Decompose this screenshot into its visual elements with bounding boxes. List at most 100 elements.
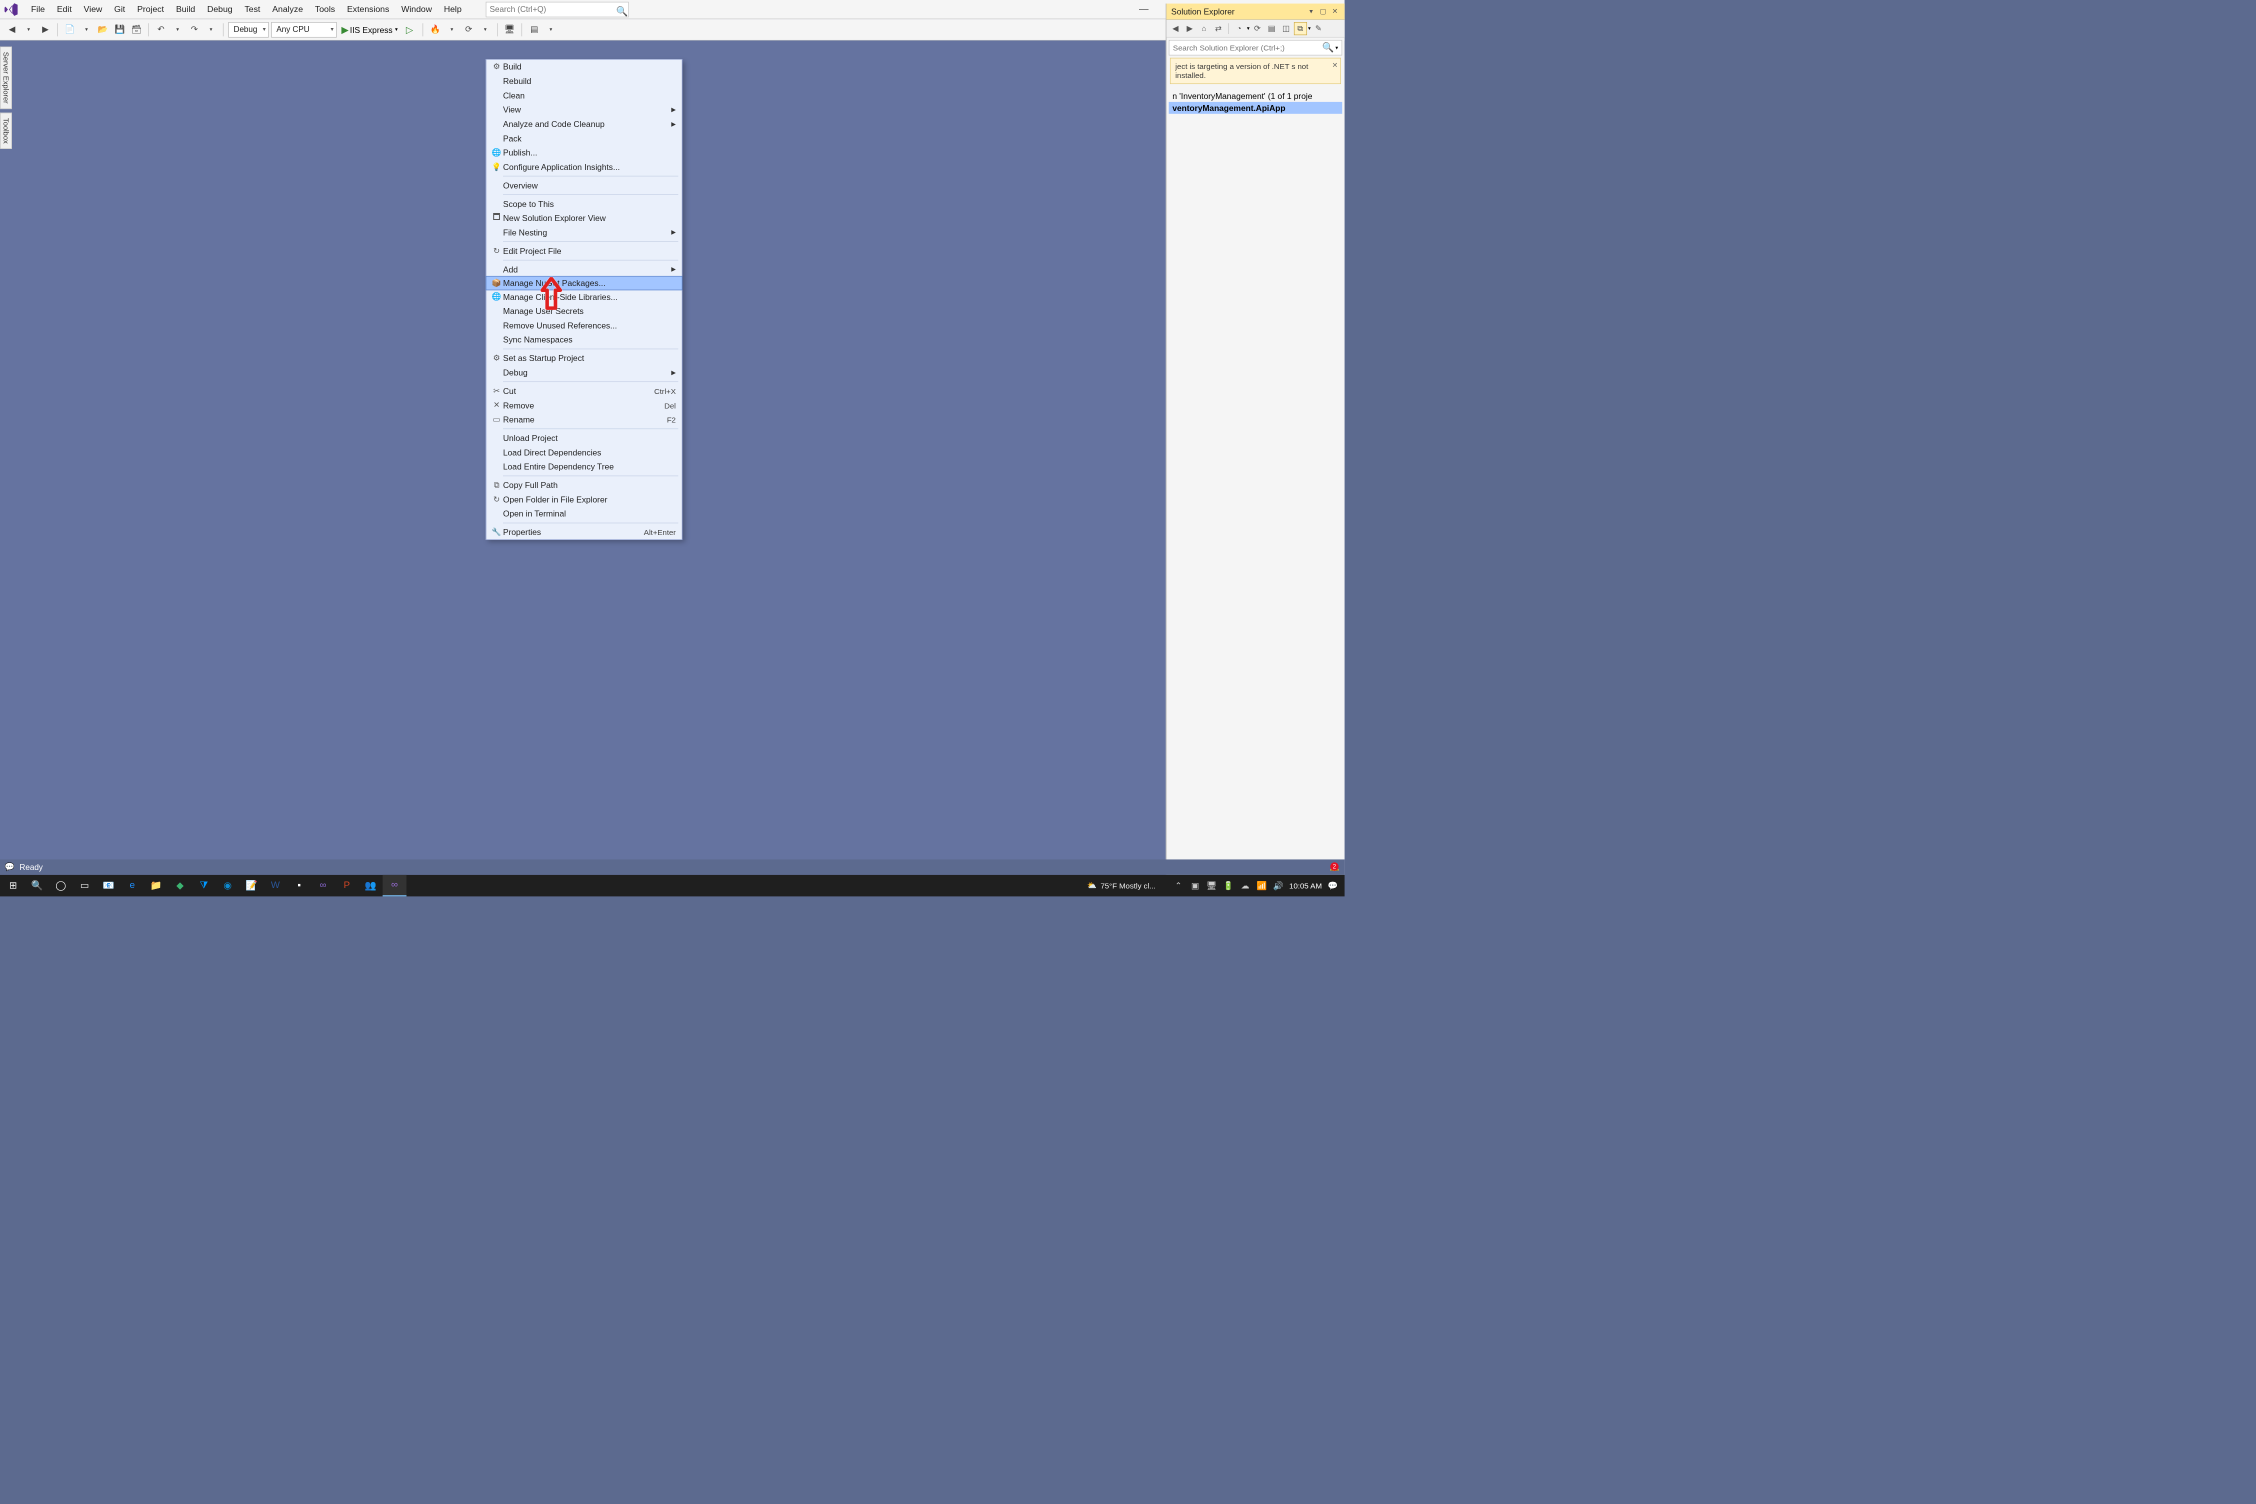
save-icon[interactable]: 💾 <box>113 22 127 36</box>
nav-fwd-icon[interactable]: ▶ <box>38 22 52 36</box>
save-all-icon[interactable]: 🗃 <box>129 22 143 36</box>
se-search[interactable]: 🔍 ▾ <box>1169 40 1342 55</box>
ctx-open-folder-in-file-explorer[interactable]: ↻Open Folder in File Explorer <box>486 492 681 506</box>
refresh-icon[interactable]: ⟳ <box>461 22 475 36</box>
se-home-icon[interactable]: ⌂ <box>1197 22 1210 35</box>
ctx-sync-namespaces[interactable]: Sync Namespaces <box>486 333 681 347</box>
new-project-icon[interactable]: 📄 <box>63 22 77 36</box>
ctx-scope-to-this[interactable]: Scope to This <box>486 197 681 211</box>
se-close-icon[interactable]: ✕ <box>1330 7 1340 17</box>
menu-git[interactable]: Git <box>108 2 131 16</box>
redo-icon[interactable]: ↷ <box>187 22 201 36</box>
se-back-icon[interactable]: ◀ <box>1169 22 1182 35</box>
menu-test[interactable]: Test <box>239 2 267 16</box>
ctx-set-as-startup-project[interactable]: ⚙Set as Startup Project <box>486 351 681 365</box>
menu-debug[interactable]: Debug <box>201 2 238 16</box>
ctx-view[interactable]: View▶ <box>486 103 681 117</box>
tray-app-icon[interactable]: ▣ <box>1189 881 1201 891</box>
se-dropdown-icon[interactable]: ▾ <box>1306 7 1316 17</box>
ctx-manage-user-secrets[interactable]: Manage User Secrets <box>486 304 681 318</box>
search-task-icon[interactable]: 🔍 <box>25 875 49 896</box>
toolbox-tab[interactable]: Toolbox <box>0 113 12 149</box>
powerpoint-icon[interactable]: P <box>335 875 359 896</box>
ctx-pack[interactable]: Pack <box>486 131 681 145</box>
tree-item[interactable]: ventoryManagement.ApiApp <box>1169 102 1342 114</box>
ctx-build[interactable]: ⚙Build <box>486 60 681 74</box>
clock[interactable]: 10:05 AM <box>1289 881 1322 890</box>
ctx-load-direct-dependencies[interactable]: Load Direct Dependencies <box>486 445 681 459</box>
menu-build[interactable]: Build <box>170 2 201 16</box>
hot-dd[interactable]: ▾ <box>445 22 459 36</box>
ctx-configure-application-insights-[interactable]: 💡Configure Application Insights... <box>486 160 681 174</box>
nav-back-dd[interactable]: ▾ <box>21 22 35 36</box>
ctx-properties[interactable]: 🔧PropertiesAlt+Enter <box>486 525 681 539</box>
ctx-remove-unused-references-[interactable]: Remove Unused References... <box>486 318 681 332</box>
cortana-icon[interactable]: ◯ <box>49 875 73 896</box>
taskview-icon[interactable]: ▭ <box>73 875 97 896</box>
minimize-button[interactable]: — <box>1134 2 1154 15</box>
se-props-icon[interactable]: ✎ <box>1312 22 1325 35</box>
tray-volume-icon[interactable]: 🔊 <box>1272 881 1284 891</box>
word-icon[interactable]: W <box>263 875 287 896</box>
menu-view[interactable]: View <box>78 2 108 16</box>
ctx-manage-client-side-libraries-[interactable]: 🌐Manage Client-Side Libraries... <box>486 290 681 304</box>
se-search-input[interactable] <box>1173 43 1322 52</box>
menu-file[interactable]: File <box>25 2 51 16</box>
ctx-copy-full-path[interactable]: ⧉Copy Full Path <box>486 478 681 492</box>
tray-monitor-icon[interactable]: 🖥 <box>1206 881 1218 891</box>
new-dd[interactable]: ▾ <box>79 22 93 36</box>
ctx-rebuild[interactable]: Rebuild <box>486 74 681 88</box>
ctx-publish-[interactable]: 🌐Publish... <box>486 145 681 159</box>
vs-purple-icon[interactable]: ∞ <box>311 875 335 896</box>
ctx-analyze-and-code-cleanup[interactable]: Analyze and Code Cleanup▶ <box>486 117 681 131</box>
ctx-file-nesting[interactable]: File Nesting▶ <box>486 225 681 239</box>
hot-reload-icon[interactable]: 🔥 <box>428 22 442 36</box>
run-button[interactable]: ▶ IIS Express ▾ <box>339 24 400 36</box>
ctx-new-solution-explorer-view[interactable]: 🗖New Solution Explorer View <box>486 211 681 225</box>
ie-icon[interactable]: e <box>120 875 144 896</box>
search-input[interactable] <box>490 5 616 14</box>
ctx-rename[interactable]: ▭RenameF2 <box>486 412 681 426</box>
start-button[interactable]: ⊞ <box>1 875 25 896</box>
config-dropdown[interactable]: Debug <box>228 22 268 37</box>
se-maximize-icon[interactable]: ▢ <box>1318 7 1328 17</box>
platform-dropdown[interactable]: Any CPU <box>271 22 337 37</box>
menu-project[interactable]: Project <box>131 2 170 16</box>
explorer-icon[interactable]: 📁 <box>144 875 168 896</box>
open-icon[interactable]: 📂 <box>96 22 110 36</box>
nav-back-icon[interactable]: ◀ <box>5 22 19 36</box>
teams-icon[interactable]: 👥 <box>359 875 383 896</box>
outlook-icon[interactable]: 📧 <box>97 875 121 896</box>
notepad-icon[interactable]: 📝 <box>240 875 264 896</box>
play-nodebug-icon[interactable]: ▷ <box>402 22 416 36</box>
ctx-manage-nuget-packages-[interactable]: 📦Manage NuGet Packages... <box>486 276 683 290</box>
ctx-clean[interactable]: Clean <box>486 88 681 102</box>
ctx-unload-project[interactable]: Unload Project <box>486 431 681 445</box>
tree-item[interactable]: n 'InventoryManagement' (1 of 1 proje <box>1169 90 1342 102</box>
se-filter-icon[interactable]: ◔ <box>1233 22 1246 35</box>
undo-icon[interactable]: ↶ <box>154 22 168 36</box>
notif-icon[interactable]: 🔔2 <box>1330 862 1340 872</box>
se-preview-icon[interactable]: ⧉ <box>1294 22 1307 35</box>
menu-edit[interactable]: Edit <box>51 2 78 16</box>
tray-wifi-icon[interactable]: 📶 <box>1256 881 1268 891</box>
se-collapse-icon[interactable]: ▤ <box>1265 22 1278 35</box>
redo-dd[interactable]: ▾ <box>204 22 218 36</box>
menu-help[interactable]: Help <box>438 2 468 16</box>
menu-analyze[interactable]: Analyze <box>266 2 309 16</box>
search-box[interactable]: 🔍 <box>485 1 628 16</box>
se-sync-icon[interactable]: ⟳ <box>1251 22 1264 35</box>
terminal-icon[interactable]: ▪ <box>287 875 311 896</box>
ctx-cut[interactable]: ✂CutCtrl+X <box>486 384 681 398</box>
menu-tools[interactable]: Tools <box>309 2 341 16</box>
ctx-add[interactable]: Add▶ <box>486 262 681 276</box>
vscode-icon[interactable]: ⧩ <box>192 875 216 896</box>
ctx-edit-project-file[interactable]: ↻Edit Project File <box>486 244 681 258</box>
ctx-remove[interactable]: ✕RemoveDel <box>486 398 681 412</box>
se-showall-icon[interactable]: ◫ <box>1279 22 1292 35</box>
tray-up-icon[interactable]: ⌃ <box>1172 881 1184 891</box>
ctx-overview[interactable]: Overview <box>486 178 681 192</box>
ctx-load-entire-dependency-tree[interactable]: Load Entire Dependency Tree <box>486 460 681 474</box>
vs-task-icon[interactable]: ∞ <box>383 875 407 896</box>
server-explorer-tab[interactable]: Server Explorer <box>0 46 12 108</box>
